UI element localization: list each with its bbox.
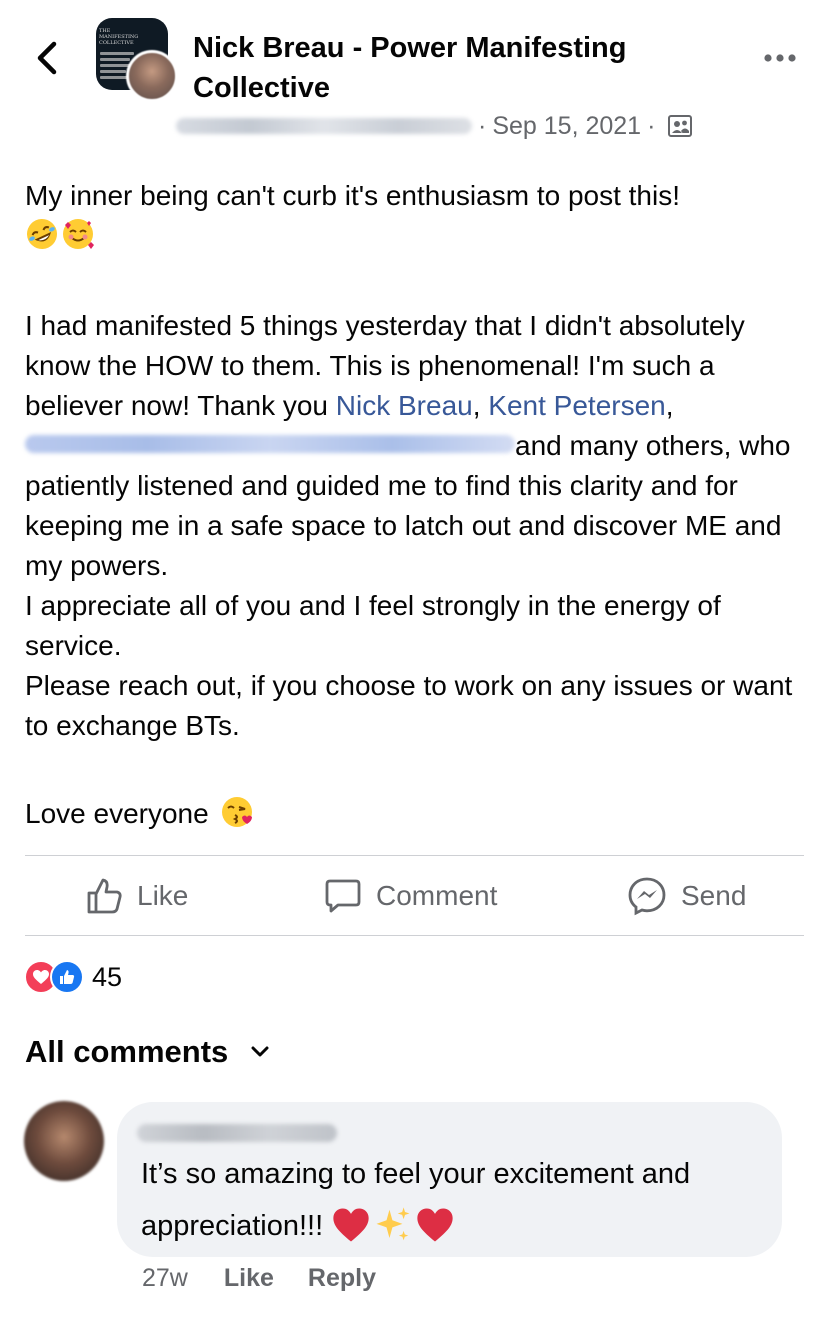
face-blowing-a-kiss-emoji [222, 797, 253, 827]
commenter-avatar[interactable] [24, 1101, 104, 1181]
author-avatar[interactable] [126, 50, 178, 102]
meta-separator: · [478, 111, 487, 140]
post-header: THE MANIFESTING COLLECTIVE Nick Breau - … [0, 0, 828, 150]
post-title[interactable]: Nick Breau - Power Manifesting Collectiv… [193, 28, 713, 108]
comment-reply-button[interactable]: Reply [308, 1264, 376, 1293]
divider [25, 935, 804, 936]
post-paragraph: Please reach out, if you choose to work … [25, 670, 793, 741]
comments-filter[interactable]: All comments [25, 1034, 270, 1070]
back-button[interactable] [30, 38, 66, 78]
post-paragraph: Love everyone [25, 798, 209, 829]
red-heart-emoji [417, 1208, 453, 1242]
mention-kent-petersen[interactable]: Kent Petersen [488, 390, 665, 421]
meta-separator: · [647, 111, 656, 140]
comment-time[interactable]: 27w [142, 1264, 188, 1293]
post-meta: · Sep 15, 2021 · [176, 108, 693, 144]
mention-separator: , [665, 390, 674, 421]
sparkles-emoji [376, 1207, 410, 1241]
more-icon [764, 54, 796, 62]
red-heart-emoji [333, 1208, 369, 1242]
rolling-on-floor-laughing-emoji [27, 219, 57, 249]
send-button[interactable]: Send [627, 856, 746, 936]
post-date[interactable]: Sep 15, 2021 [492, 112, 641, 141]
messenger-icon [628, 877, 666, 916]
comment-text-block: It’s so amazing to feel your excitement … [141, 1148, 771, 1252]
comment-like-button[interactable]: Like [224, 1264, 274, 1293]
author-name-redacted[interactable] [176, 118, 472, 134]
post-paragraph: I appreciate all of you and I feel stron… [25, 590, 721, 661]
like-reaction-icon [50, 960, 84, 994]
reaction-count: 45 [92, 961, 123, 992]
comment-bubble: It’s so amazing to feel your excitement … [117, 1102, 782, 1257]
mention-separator: , [472, 390, 489, 421]
thumbs-up-icon [87, 878, 122, 914]
chevron-down-icon [251, 1046, 269, 1057]
comment-label: Comment [376, 880, 498, 911]
mention-redacted[interactable] [25, 435, 515, 453]
post-actions: Like Comment Send [25, 856, 804, 936]
chevron-left-icon [37, 41, 57, 75]
comment-footer: 27w Like Reply [142, 1264, 410, 1293]
comment-icon [325, 879, 361, 913]
more-options-button[interactable] [762, 48, 798, 68]
reactions-summary[interactable]: 45 [24, 958, 122, 996]
post-body: My inner being can't curb it's enthusias… [25, 176, 805, 834]
like-button[interactable]: Like [85, 856, 188, 936]
smiling-face-with-hearts-emoji [63, 219, 94, 249]
like-label: Like [137, 880, 189, 911]
group-avatar-title: THE MANIFESTING COLLECTIVE [99, 28, 139, 46]
send-label: Send [681, 880, 747, 911]
commenter-name-redacted[interactable] [137, 1124, 337, 1142]
mention-nick-breau[interactable]: Nick Breau [336, 390, 473, 421]
comment-button[interactable]: Comment [324, 856, 497, 936]
comments-heading: All comments [25, 1034, 229, 1069]
members-icon [668, 115, 693, 137]
post-paragraph: My inner being can't curb it's enthusias… [25, 180, 681, 211]
